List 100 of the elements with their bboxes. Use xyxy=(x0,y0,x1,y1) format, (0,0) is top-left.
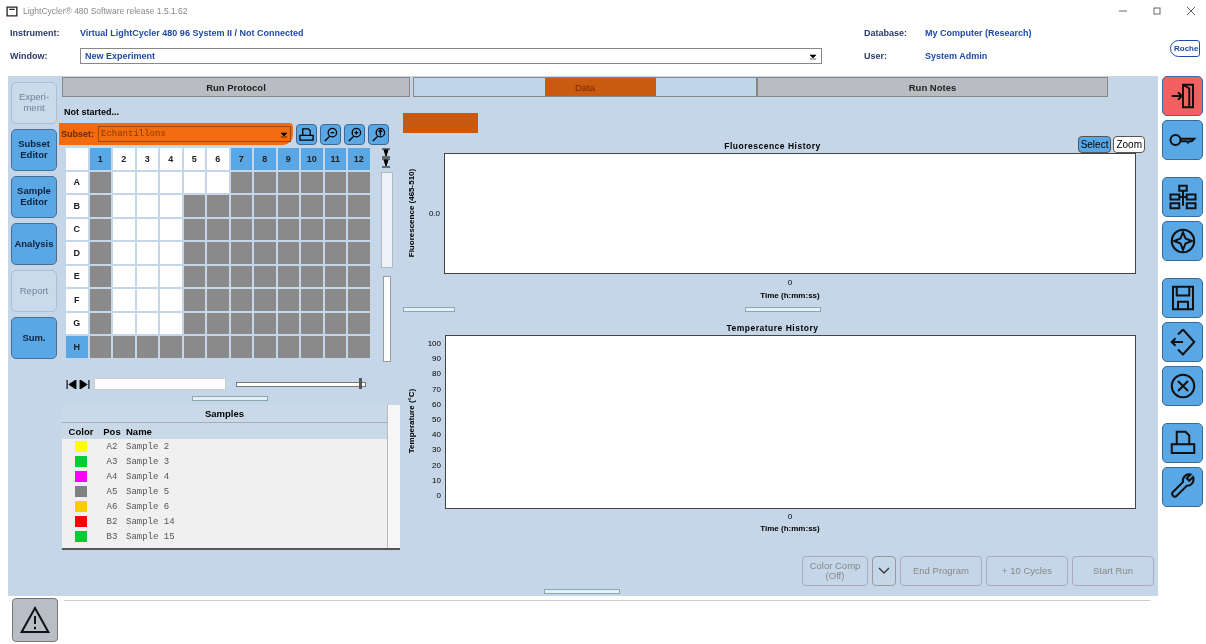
row-header[interactable]: E xyxy=(66,265,88,287)
well[interactable] xyxy=(324,171,346,193)
scrollbar[interactable] xyxy=(387,405,400,548)
mode-button[interactable]: Select xyxy=(1077,136,1112,153)
row-header[interactable]: F xyxy=(66,289,88,311)
well[interactable] xyxy=(160,218,182,240)
well[interactable] xyxy=(277,171,299,193)
well[interactable] xyxy=(277,265,299,287)
row-header[interactable]: G xyxy=(66,312,88,334)
well[interactable] xyxy=(207,171,229,193)
well[interactable] xyxy=(324,336,346,358)
row-header[interactable]: D xyxy=(66,242,88,264)
compass-icon[interactable] xyxy=(1162,221,1203,261)
row-header[interactable]: A xyxy=(66,171,88,193)
well[interactable] xyxy=(348,171,370,193)
well[interactable] xyxy=(89,218,111,240)
export-icon[interactable] xyxy=(1162,322,1203,362)
first-icon[interactable] xyxy=(66,379,77,389)
well[interactable] xyxy=(254,218,276,240)
column-header[interactable]: 6 xyxy=(207,148,229,170)
maximize-icon[interactable] xyxy=(1152,6,1162,16)
well[interactable] xyxy=(324,218,346,240)
cancel-icon[interactable] xyxy=(1162,366,1203,406)
column-header[interactable]: 11 xyxy=(324,148,346,170)
splitter-handle[interactable] xyxy=(745,306,821,312)
well[interactable] xyxy=(207,265,229,287)
well[interactable] xyxy=(113,312,135,334)
row-header[interactable]: B xyxy=(66,195,88,217)
well[interactable] xyxy=(89,312,111,334)
column-header[interactable]: 10 xyxy=(301,148,323,170)
well[interactable] xyxy=(348,265,370,287)
window-dropdown[interactable]: New Experiment xyxy=(80,48,822,64)
key-icon[interactable] xyxy=(1162,120,1203,160)
print-icon[interactable] xyxy=(1162,423,1203,463)
well[interactable] xyxy=(183,336,205,358)
well[interactable] xyxy=(324,195,346,217)
well[interactable] xyxy=(277,242,299,264)
well[interactable] xyxy=(348,312,370,334)
nav-button[interactable]: Analysis xyxy=(11,223,57,265)
well[interactable] xyxy=(183,265,205,287)
well[interactable] xyxy=(207,218,229,240)
well[interactable] xyxy=(136,265,158,287)
last-icon[interactable] xyxy=(79,379,90,389)
splitter-handle[interactable] xyxy=(192,396,268,401)
well[interactable] xyxy=(230,312,252,334)
tab[interactable]: Run Protocol xyxy=(62,77,410,97)
splitter-handle[interactable] xyxy=(544,589,620,594)
well[interactable] xyxy=(89,289,111,311)
well[interactable] xyxy=(136,312,158,334)
well[interactable] xyxy=(136,218,158,240)
slider-thumb[interactable] xyxy=(358,377,362,389)
well[interactable] xyxy=(136,336,158,358)
well[interactable] xyxy=(277,195,299,217)
well[interactable] xyxy=(324,312,346,334)
well[interactable] xyxy=(348,218,370,240)
exit-icon[interactable] xyxy=(1162,76,1203,116)
well[interactable] xyxy=(183,171,205,193)
well[interactable] xyxy=(183,195,205,217)
well[interactable] xyxy=(183,242,205,264)
zoom-reset-icon[interactable] xyxy=(368,123,389,145)
well[interactable] xyxy=(183,312,205,334)
well[interactable] xyxy=(324,289,346,311)
close-icon[interactable] xyxy=(1186,6,1196,16)
well[interactable] xyxy=(136,171,158,193)
column-header[interactable]: 9 xyxy=(277,148,299,170)
well[interactable] xyxy=(301,171,323,193)
well[interactable] xyxy=(230,171,252,193)
well[interactable] xyxy=(230,218,252,240)
row-header[interactable]: C xyxy=(66,218,88,240)
well[interactable] xyxy=(230,265,252,287)
splitter-handle[interactable] xyxy=(403,306,455,312)
well[interactable] xyxy=(113,265,135,287)
scroll-top-icon[interactable] xyxy=(380,148,391,168)
nav-button[interactable]: Subset Editor xyxy=(11,129,57,171)
column-header[interactable]: 4 xyxy=(160,148,182,170)
well[interactable] xyxy=(254,312,276,334)
row-header[interactable]: H xyxy=(66,336,88,358)
tab[interactable]: Run Notes xyxy=(757,77,1108,97)
well[interactable] xyxy=(230,336,252,358)
save-icon[interactable] xyxy=(1162,278,1203,318)
well[interactable] xyxy=(230,195,252,217)
well[interactable] xyxy=(160,265,182,287)
well[interactable] xyxy=(160,171,182,193)
well[interactable] xyxy=(230,242,252,264)
scrollbar[interactable] xyxy=(380,172,393,268)
well[interactable] xyxy=(277,336,299,358)
wrench-icon[interactable] xyxy=(1162,467,1203,507)
well[interactable] xyxy=(89,195,111,217)
column-header[interactable]: 3 xyxy=(136,148,158,170)
nav-button[interactable]: Sum. xyxy=(11,317,57,359)
well[interactable] xyxy=(207,312,229,334)
scrollbar[interactable] xyxy=(94,378,226,390)
zoom-in-icon[interactable] xyxy=(344,123,365,145)
well[interactable] xyxy=(277,218,299,240)
column-header[interactable]: 2 xyxy=(113,148,135,170)
well[interactable] xyxy=(254,265,276,287)
well[interactable] xyxy=(113,218,135,240)
well[interactable] xyxy=(254,171,276,193)
print-icon[interactable] xyxy=(296,123,317,145)
dropdown-button[interactable] xyxy=(872,556,896,586)
